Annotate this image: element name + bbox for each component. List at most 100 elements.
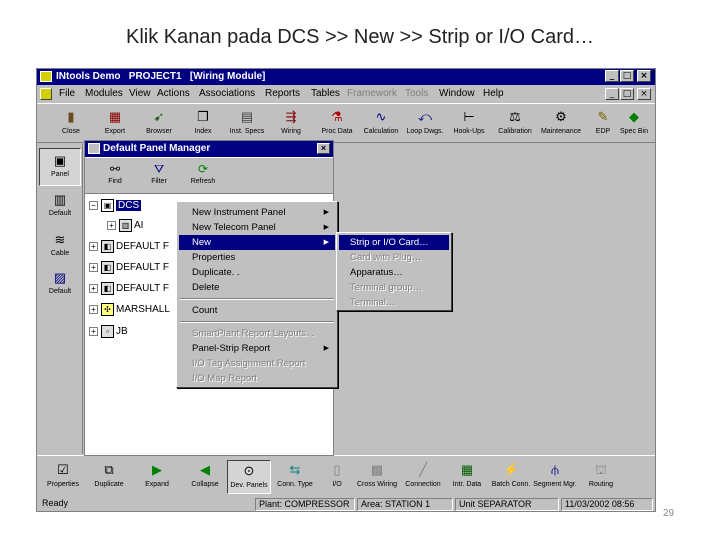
submenu-item-terminal-group: Terminal group… [350, 282, 423, 293]
bottom-conn-type-button[interactable]: ⇆ Conn. Type [273, 460, 317, 494]
bottom-intr-data-button[interactable]: ▦ Intr. Data [445, 460, 489, 494]
menu-tools[interactable]: Tools [405, 88, 428, 99]
menu-item-label: Duplicate. . [192, 267, 240, 278]
bottom-routing-button[interactable]: ⛫ Routing [579, 460, 623, 494]
toolbar-index-label: Index [194, 128, 212, 135]
bottom-io-button[interactable]: ▯ I/O [315, 460, 359, 494]
bottom-io-label: I/O [332, 481, 342, 488]
maximize-button[interactable]: □ [620, 70, 634, 82]
status-area: Area: STATION 1 [357, 498, 453, 511]
toolbar-spec-bin-label: Spec Bin [619, 128, 649, 135]
tree-item-dcs[interactable]: − ▣ DCS [89, 199, 142, 215]
leftbar-default-panel-button[interactable]: ▥ Default [39, 188, 81, 226]
bottom-batch-conn-button[interactable]: ⚡ Batch Conn. [489, 460, 533, 494]
panel-manager-titlebar[interactable]: Default Panel Manager × [85, 141, 333, 157]
index-icon: ❐ [197, 109, 209, 124]
filter-icon: ⛛ [153, 162, 165, 176]
menu-item-new-instrument-panel[interactable]: New Instrument Panel ▶ [179, 205, 335, 220]
menu-item-panel-strip-report[interactable]: Panel-Strip Report ▶ [179, 341, 335, 356]
batch-connection-icon: ⚡ [503, 462, 520, 477]
filter-button[interactable]: ⛛ Filter [139, 160, 179, 192]
menu-item-new-telecom-panel[interactable]: New Telecom Panel ▶ [179, 220, 335, 235]
tree-item-label: AI [134, 220, 144, 231]
menu-item-delete[interactable]: Delete [179, 280, 335, 295]
leftbar-panel-label: Panel [51, 171, 69, 178]
toolbar-spec-bin-button[interactable]: ◆ Spec Bin [613, 107, 655, 141]
panel-node-icon: ◧ [101, 282, 114, 295]
leftbar-panel-button[interactable]: ▣ Panel [39, 148, 81, 186]
default-panel-icon: ▥ [53, 192, 67, 207]
bottom-cross-wiring-button[interactable]: ▩ Cross Wiring [355, 460, 399, 494]
statusbar: Ready Plant: COMPRESSOR Area: STATION 1 … [37, 497, 655, 511]
device-panels-icon: ⊙ [243, 463, 255, 478]
doc-icon [40, 88, 52, 100]
toolbar-browser-label: Browser [146, 128, 172, 135]
menu-file[interactable]: File [59, 88, 75, 99]
close-window-button[interactable]: × [637, 70, 651, 82]
tree-item-ai[interactable]: + ▥ AI [107, 219, 143, 235]
doc-minimize-button[interactable]: _ [605, 88, 619, 100]
toolbar-calibration-label: Calibration [498, 128, 532, 135]
menu-item-io-map-report: I/O Map Report [179, 371, 335, 386]
menu-actions[interactable]: Actions [157, 88, 190, 99]
tree-expander[interactable]: + [89, 305, 98, 314]
tree-item-default-1[interactable]: + ◧ DEFAULT F [89, 240, 169, 256]
menu-modules[interactable]: Modules [85, 88, 123, 99]
doc-close-button[interactable]: × [637, 88, 651, 100]
bottom-properties-button[interactable]: ☑ Properties [41, 460, 85, 494]
bottom-connection-button[interactable]: ╱ Connection [401, 460, 445, 494]
find-button[interactable]: ⚯ Find [95, 160, 135, 192]
submenu-arrow-icon: ▶ [323, 224, 329, 231]
refresh-button[interactable]: ⟳ Refresh [183, 160, 223, 192]
menu-help[interactable]: Help [483, 88, 504, 99]
menu-item-new[interactable]: New ▶ [179, 235, 335, 250]
leftbar-cable-label: Cable [50, 250, 70, 257]
menu-item-duplicate[interactable]: Duplicate. . [179, 265, 335, 280]
tree-expander[interactable]: + [89, 327, 98, 336]
menu-item-properties[interactable]: Properties [179, 250, 335, 265]
process-data-icon: ⚗ [331, 109, 343, 124]
doc-restore-button[interactable]: □ [620, 88, 634, 100]
panel-icon: ▣ [53, 153, 67, 168]
tree-expander[interactable]: + [107, 221, 116, 230]
find-label: Find [108, 178, 122, 185]
tree-expander[interactable]: + [89, 242, 98, 251]
tree-item-label: MARSHALL [116, 304, 170, 315]
menu-tables[interactable]: Tables [311, 88, 340, 99]
menu-separator [180, 321, 334, 323]
leftbar-default-cable-label: Default [48, 288, 72, 295]
menu-item-count[interactable]: Count [179, 303, 335, 318]
tree-item-marshall[interactable]: + ✣ MARSHALL [89, 303, 170, 319]
bottom-expand-button[interactable]: ▶ Expand [135, 460, 179, 494]
export-icon: ▦ [108, 109, 122, 124]
minimize-button[interactable]: _ [605, 70, 619, 82]
bottom-duplicate-button[interactable]: ⧉ Duplicate [87, 460, 131, 494]
submenu-item-apparatus[interactable]: Apparatus… [339, 265, 449, 280]
submenu-arrow-icon: ▶ [323, 345, 329, 352]
tree-expander[interactable]: − [89, 201, 98, 210]
menu-view[interactable]: View [129, 88, 151, 99]
menu-framework[interactable]: Framework [347, 88, 397, 99]
segment-manager-icon: ⫛ [551, 462, 559, 477]
toolbar-edp-label: EDP [595, 128, 611, 135]
menu-associations[interactable]: Associations [199, 88, 255, 99]
leftbar-default-cable-button[interactable]: ▨ Default [39, 266, 81, 304]
bottom-segment-mgr-button[interactable]: ⫛ Segment Mgr. [533, 460, 577, 494]
tree-item-jb[interactable]: + ▫ JB [89, 325, 128, 341]
menu-window[interactable]: Window [439, 88, 475, 99]
submenu-item-strip-or-io-card[interactable]: Strip or I/O Card… [339, 235, 449, 250]
toolbar-inst-specs-label: Inst. Specs [229, 128, 265, 135]
bottom-collapse-button[interactable]: ◀ Collapse [183, 460, 227, 494]
page-number: 29 [663, 508, 675, 519]
tree-expander[interactable]: + [89, 284, 98, 293]
tree-item-default-2[interactable]: + ◧ DEFAULT F [89, 261, 169, 277]
tree-item-default-3[interactable]: + ◧ DEFAULT F [89, 282, 169, 298]
bottom-dev-panels-button[interactable]: ⊙ Dev. Panels [227, 460, 271, 494]
tree-item-label: DEFAULT F [116, 262, 169, 273]
panel-manager-close-button[interactable]: × [317, 143, 330, 154]
marshalling-node-icon: ✣ [101, 303, 114, 316]
tree-expander[interactable]: + [89, 263, 98, 272]
leftbar-cable-button[interactable]: ≋ Cable [39, 228, 81, 266]
window-titlebar[interactable]: INtools Demo PROJECT1 [Wiring Module] _ … [37, 69, 655, 85]
menu-reports[interactable]: Reports [265, 88, 300, 99]
